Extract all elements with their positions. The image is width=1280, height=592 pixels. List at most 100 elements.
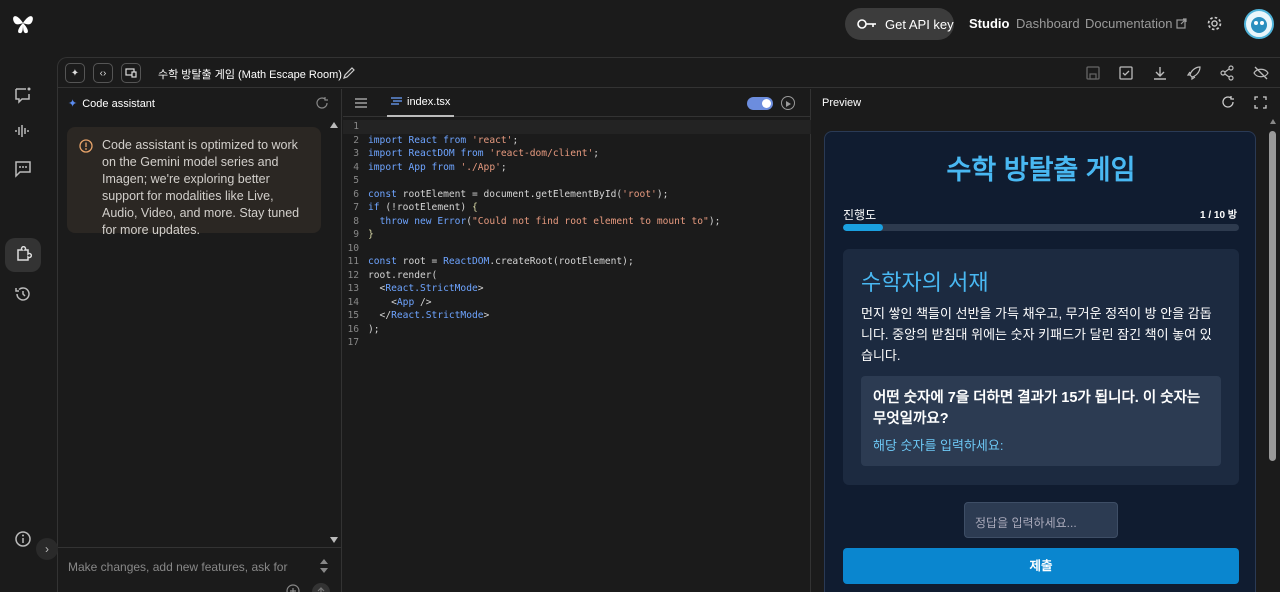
line-number: 8 bbox=[353, 215, 359, 227]
line-number: 10 bbox=[347, 242, 359, 254]
code-brackets-icon: ‹› bbox=[99, 67, 107, 79]
info-warning-icon bbox=[79, 139, 93, 153]
share-icon[interactable] bbox=[1219, 65, 1235, 81]
top-bar: Get API key Studio Dashboard Documentati… bbox=[0, 0, 1280, 48]
refresh-icon[interactable] bbox=[316, 97, 329, 110]
file-list-icon[interactable] bbox=[355, 98, 367, 108]
chevron-right-icon: › bbox=[45, 542, 49, 556]
preview-scrollbar[interactable] bbox=[1268, 119, 1278, 592]
assistant-notice-text: Code assistant is optimized to work on t… bbox=[102, 138, 300, 237]
avatar-image-icon bbox=[1251, 17, 1267, 33]
line-number: 15 bbox=[347, 310, 359, 321]
nav-studio-link[interactable]: Studio bbox=[969, 16, 1009, 31]
nav-documentation-label: Documentation bbox=[1085, 16, 1173, 31]
expand-input-icon[interactable] bbox=[319, 558, 329, 574]
external-link-icon bbox=[1176, 18, 1188, 29]
puzzle-hint: 해당 숫자를 입력하세요: bbox=[873, 438, 1004, 453]
run-play-button[interactable] bbox=[781, 96, 795, 110]
save-to-drive-icon[interactable] bbox=[1118, 65, 1134, 81]
code-content[interactable]: 1 2 import React from 'react'; 3 import Re… bbox=[343, 120, 811, 350]
code-assistant-title: Code assistant bbox=[82, 97, 155, 110]
audio-stream-icon[interactable] bbox=[14, 122, 32, 140]
progress-count: 1 / 10 방 bbox=[1200, 210, 1237, 221]
expand-sidebar-button[interactable]: › bbox=[36, 538, 58, 560]
puzzle-question: 어떤 숫자에 7을 더하면 결과가 15가 됩니다. 이 숫자는 무엇일까요? bbox=[873, 390, 1201, 427]
line-number: 11 bbox=[347, 256, 359, 267]
line-number: 17 bbox=[347, 337, 359, 348]
line-number: 4 bbox=[353, 161, 359, 173]
key-icon bbox=[857, 19, 876, 29]
sparkle-icon: ✦ bbox=[70, 67, 80, 79]
prompt-input-box[interactable]: Make changes, add new features, ask for bbox=[58, 547, 342, 592]
progress-bar-fill bbox=[843, 224, 883, 231]
history-icon[interactable] bbox=[14, 285, 32, 303]
puzzle-question-box: 어떤 숫자에 7을 더하면 결과가 15가 됩니다. 이 숫자는 무엇일까요? … bbox=[861, 376, 1221, 466]
reload-preview-icon[interactable] bbox=[1222, 96, 1235, 109]
device-preview-button[interactable] bbox=[121, 63, 141, 83]
sparkle-button[interactable]: ✦ bbox=[65, 63, 85, 83]
nav-documentation-link[interactable]: Documentation bbox=[1085, 16, 1188, 31]
code-editor-panel: index.tsx 1 2 import React from 'react'; … bbox=[343, 89, 811, 592]
scroll-down-arrow[interactable] bbox=[330, 537, 338, 543]
game-title: 수학 방탈출 게임 bbox=[946, 155, 1136, 185]
line-number: 5 bbox=[353, 175, 359, 186]
room-card: 수학자의 서재 먼지 쌓인 책들이 선반을 가득 채우고, 무거운 정적이 방 … bbox=[843, 249, 1239, 485]
scroll-up-arrow[interactable] bbox=[330, 122, 338, 128]
devices-icon bbox=[125, 68, 137, 78]
room-description: 먼지 쌓인 책들이 선반을 가득 채우고, 무거운 정적이 방 안을 감돕니다.… bbox=[861, 306, 1212, 363]
editor-tab-bar: index.tsx bbox=[343, 89, 811, 117]
line-number: 16 bbox=[347, 323, 359, 335]
auto-run-toggle[interactable] bbox=[747, 97, 773, 110]
line-number: 7 bbox=[353, 202, 359, 213]
add-attachment-icon[interactable] bbox=[286, 584, 300, 592]
room-title: 수학자의 서재 bbox=[861, 270, 989, 295]
sparkle-icon: ✦ bbox=[68, 98, 78, 110]
preview-panel: Preview 수학 방탈출 게임 진행도 1 / 10 방 수학자의 서재 먼… bbox=[812, 89, 1280, 592]
code-assistant-header: ✦ Code assistant bbox=[68, 97, 155, 111]
project-title: 수학 방탈출 게임 (Math Escape Room) bbox=[158, 69, 342, 81]
code-file-icon bbox=[391, 97, 402, 105]
play-icon bbox=[786, 101, 791, 107]
visibility-off-icon[interactable] bbox=[1253, 65, 1269, 81]
escape-room-app: 수학 방탈출 게임 진행도 1 / 10 방 수학자의 서재 먼지 쌓인 책들이… bbox=[824, 131, 1256, 592]
app-logo-icon[interactable] bbox=[10, 10, 36, 36]
chat-prompt-icon[interactable] bbox=[14, 86, 32, 104]
line-number: 2 bbox=[353, 134, 359, 146]
build-apps-icon[interactable] bbox=[14, 246, 32, 264]
line-number: 1 bbox=[353, 121, 359, 132]
settings-gear-icon[interactable] bbox=[1206, 15, 1223, 32]
preview-scroll-up[interactable] bbox=[1270, 119, 1276, 124]
fullscreen-icon[interactable] bbox=[1254, 96, 1267, 109]
download-icon[interactable] bbox=[1152, 65, 1168, 81]
deploy-rocket-icon[interactable] bbox=[1186, 65, 1202, 81]
line-number: 14 bbox=[347, 296, 359, 308]
code-view-button[interactable]: ‹› bbox=[93, 63, 113, 83]
line-number: 13 bbox=[347, 283, 359, 294]
preview-title: Preview bbox=[822, 97, 862, 109]
submit-button[interactable]: 제출 bbox=[843, 548, 1239, 584]
nav-dashboard-link[interactable]: Dashboard bbox=[1016, 16, 1080, 31]
edit-pencil-icon[interactable] bbox=[342, 66, 356, 80]
workspace-frame: ✦ ‹› 수학 방탈출 게임 (Math Escape Room) ✦ Code… bbox=[36, 57, 1280, 592]
left-nav-rail bbox=[0, 48, 56, 592]
chat-bubble-icon[interactable] bbox=[14, 160, 32, 178]
line-number: 3 bbox=[353, 148, 359, 159]
get-api-key-label: Get API key bbox=[885, 16, 954, 32]
answer-input[interactable]: 정답을 입력하세요... bbox=[964, 502, 1118, 538]
line-number: 6 bbox=[353, 188, 359, 200]
progress-bar bbox=[843, 224, 1239, 231]
assistant-notice: Code assistant is optimized to work on t… bbox=[67, 127, 321, 237]
line-number: 12 bbox=[347, 269, 359, 281]
user-avatar[interactable] bbox=[1244, 9, 1274, 39]
preview-scroll-thumb[interactable] bbox=[1269, 131, 1276, 461]
tab-index-tsx[interactable]: index.tsx bbox=[387, 89, 455, 117]
info-icon[interactable] bbox=[14, 530, 32, 548]
save-icon[interactable] bbox=[1085, 65, 1101, 81]
prompt-input[interactable]: Make changes, add new features, ask for bbox=[68, 560, 287, 574]
get-api-key-button[interactable]: Get API key bbox=[845, 8, 954, 40]
project-toolbar: ✦ ‹› 수학 방탈출 게임 (Math Escape Room) bbox=[58, 58, 1280, 88]
send-arrow-icon[interactable] bbox=[311, 582, 331, 592]
line-number: 9 bbox=[353, 229, 359, 240]
tab-file-label: index.tsx bbox=[407, 96, 451, 108]
code-assistant-panel: ✦ Code assistant Code assistant is optim… bbox=[58, 89, 342, 592]
